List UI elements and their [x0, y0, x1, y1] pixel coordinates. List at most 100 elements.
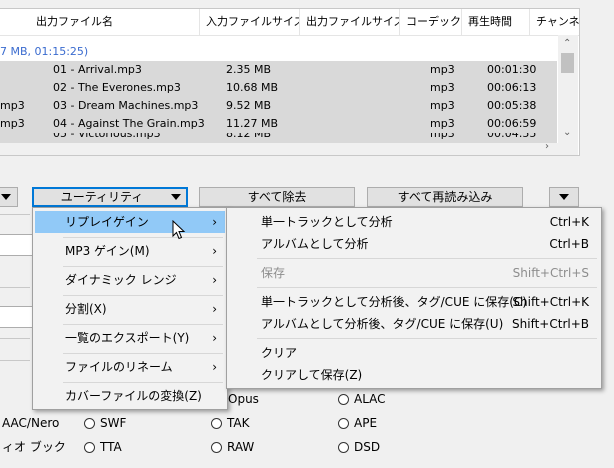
menu-item-label: カバーファイルの変換(Z): [65, 389, 202, 403]
cell-filename: 03 - Dream Machines.mp3: [53, 99, 199, 112]
left-dropdown-button[interactable]: [0, 187, 18, 207]
radio-audiobook[interactable]: ィオ ブック: [2, 439, 66, 455]
menu-item-label: ダイナミック レンジ: [65, 273, 177, 287]
column-channels[interactable]: チャンネ: [530, 9, 579, 35]
submenu-clear[interactable]: クリア: [229, 342, 599, 364]
file-list[interactable]: 出力ファイル名 入力ファイルサイズ 出力ファイルサイズ コーデック 再生時間 チ…: [0, 8, 580, 156]
submenu-shortcut: Shift+Ctrl+K: [512, 295, 589, 309]
cell-filename: 01 - Arrival.mp3: [53, 63, 142, 76]
menu-separator: [63, 266, 223, 267]
cell-size: 11.27 MB: [226, 117, 279, 130]
submenu-arrow-icon: ›: [212, 244, 217, 258]
submenu-shortcut: Ctrl+K: [549, 215, 589, 229]
menu-separator: [257, 258, 597, 259]
radio-ape[interactable]: APE: [338, 415, 377, 431]
cell-duration: 00:05:38: [487, 99, 537, 112]
radio-aac-nero[interactable]: AAC/Nero: [2, 415, 59, 431]
menu-item-rename-files[interactable]: ファイルのリネーム ›: [35, 356, 225, 378]
menu-item-label: MP3 ゲイン(M): [65, 244, 150, 258]
menu-separator: [63, 324, 223, 325]
radio-raw-label: RAW: [227, 440, 255, 454]
more-dropdown-button[interactable]: [549, 187, 579, 207]
column-output-filename[interactable]: 出力ファイル名: [30, 9, 200, 35]
submenu-item-label: 単一トラックとして分析: [261, 215, 393, 229]
scroll-thumb[interactable]: [561, 53, 574, 73]
column-duration[interactable]: 再生時間: [462, 9, 530, 35]
radio-swf[interactable]: SWF: [84, 415, 126, 431]
menu-item-label: リプレイゲイン: [65, 215, 149, 229]
radio-tak-label: TAK: [227, 416, 250, 430]
table-row[interactable]: mp3 04 - Against The Grain.mp3 11.27 MB …: [0, 115, 557, 133]
horizontal-scrollbar[interactable]: ›: [0, 141, 578, 155]
divider: [0, 287, 30, 288]
utility-menu: リプレイゲイン › MP3 ゲイン(M) › ダイナミック レンジ › 分割(X…: [32, 207, 228, 410]
list-header: 出力ファイル名 入力ファイルサイズ 出力ファイルサイズ コーデック 再生時間 チ…: [0, 9, 579, 36]
menu-separator: [63, 237, 223, 238]
vertical-scrollbar[interactable]: ⌃ ⌄: [558, 35, 578, 143]
scroll-right-icon[interactable]: ›: [545, 141, 549, 152]
scroll-down-icon[interactable]: ⌄: [563, 127, 571, 138]
table-row[interactable]: 05 - Victorious.mp3 8.12 MB mp3 00:04:55: [0, 133, 557, 143]
submenu-analyze-track-save[interactable]: 単一トラックとして分析後、タグ/CUE に保存(C) Shift+Ctrl+K: [229, 291, 599, 313]
remove-all-button[interactable]: すべて除去: [199, 187, 355, 207]
submenu-analyze-track[interactable]: 単一トラックとして分析 Ctrl+K: [229, 211, 599, 233]
radio-ape-label: APE: [354, 416, 378, 430]
reload-all-button[interactable]: すべて再読み込み: [367, 187, 523, 207]
menu-item-export-list[interactable]: 一覧のエクスポート(Y) ›: [35, 327, 225, 349]
radio-circle-icon: [338, 442, 349, 453]
radio-tta[interactable]: TTA: [84, 439, 122, 455]
cell-duration: 00:04:55: [487, 133, 537, 140]
radio-circle-icon: [84, 418, 95, 429]
radio-opus[interactable]: Opus: [228, 391, 259, 407]
menu-item-replaygain[interactable]: リプレイゲイン ›: [35, 211, 225, 233]
chevron-down-icon: [559, 194, 569, 200]
cell-codec: mp3: [430, 81, 455, 94]
radio-dsd[interactable]: DSD: [338, 439, 380, 455]
column-output-size[interactable]: 出力ファイルサイズ: [300, 9, 400, 35]
divider: [0, 214, 30, 215]
scroll-up-icon[interactable]: ⌃: [563, 38, 571, 49]
column-codec[interactable]: コーデック: [400, 9, 462, 35]
menu-separator: [257, 338, 597, 339]
radio-circle-icon: [211, 442, 222, 453]
menu-item-mp3-gain[interactable]: MP3 ゲイン(M) ›: [35, 240, 225, 262]
text-field[interactable]: [0, 306, 34, 328]
table-row[interactable]: 01 - Arrival.mp3 2.35 MB mp3 00:01:30: [0, 61, 557, 79]
divider: [0, 360, 30, 361]
submenu-arrow-icon: ›: [212, 302, 217, 316]
menu-item-convert-cover[interactable]: カバーファイルの変換(Z): [35, 385, 225, 407]
radio-raw[interactable]: RAW: [211, 439, 254, 455]
radio-swf-label: SWF: [100, 416, 127, 430]
submenu-save[interactable]: 保存 Shift+Ctrl+S: [229, 262, 599, 284]
submenu-analyze-album[interactable]: アルバムとして分析 Ctrl+B: [229, 233, 599, 255]
utility-button-label: ユーティリティ: [60, 190, 144, 204]
submenu-clear-and-save[interactable]: クリアして保存(Z): [229, 364, 599, 386]
menu-separator: [63, 295, 223, 296]
divider: [0, 338, 30, 339]
utility-button[interactable]: ユーティリティ: [32, 187, 188, 207]
submenu-item-label: 保存: [261, 266, 286, 280]
text-field[interactable]: [0, 234, 34, 256]
radio-alac[interactable]: ALAC: [338, 391, 386, 407]
cell-size: 10.68 MB: [226, 81, 279, 94]
cell-codec: mp3: [430, 133, 455, 140]
submenu-shortcut: Shift+Ctrl+B: [512, 317, 589, 331]
cell-codec: mp3: [430, 63, 455, 76]
table-row[interactable]: mp3 03 - Dream Machines.mp3 9.52 MB mp3 …: [0, 97, 557, 115]
submenu-item-label: アルバムとして分析: [261, 237, 369, 251]
cell-codec: mp3: [430, 117, 455, 130]
replaygain-submenu: 単一トラックとして分析 Ctrl+K アルバムとして分析 Ctrl+B 保存 S…: [226, 207, 602, 389]
submenu-item-label: アルバムとして分析後、タグ/CUE に保存(U): [261, 317, 504, 331]
cell-filename: 04 - Against The Grain.mp3: [53, 117, 205, 130]
radio-alac-label: ALAC: [354, 392, 386, 406]
menu-item-split[interactable]: 分割(X) ›: [35, 298, 225, 320]
table-row[interactable]: 02 - The Everones.mp3 10.68 MB mp3 00:06…: [0, 79, 557, 97]
submenu-shortcut: Shift+Ctrl+S: [512, 266, 589, 280]
column-input-size[interactable]: 入力ファイルサイズ: [200, 9, 300, 35]
submenu-arrow-icon: ›: [212, 273, 217, 287]
radio-tak[interactable]: TAK: [211, 415, 249, 431]
cell-size: 8.12 MB: [226, 133, 272, 140]
menu-item-dynamic-range[interactable]: ダイナミック レンジ ›: [35, 269, 225, 291]
submenu-item-label: クリア: [261, 346, 298, 360]
submenu-analyze-album-save[interactable]: アルバムとして分析後、タグ/CUE に保存(U) Shift+Ctrl+B: [229, 313, 599, 335]
